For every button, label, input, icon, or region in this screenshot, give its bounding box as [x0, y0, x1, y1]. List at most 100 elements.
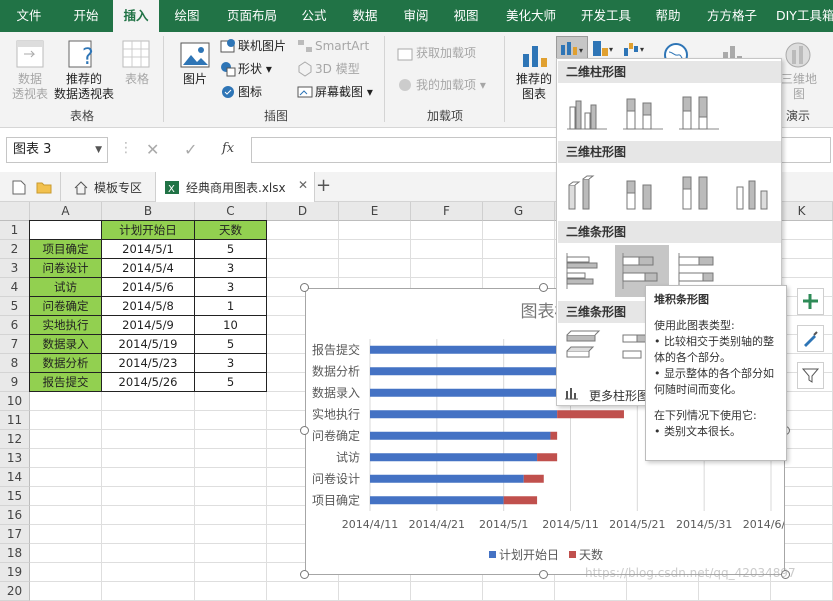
cell[interactable]: [102, 449, 195, 468]
close-icon[interactable]: ✕: [298, 178, 308, 192]
table-cell[interactable]: 实地执行: [29, 315, 102, 335]
resize-handle[interactable]: [539, 283, 548, 292]
table-cell[interactable]: 2014/5/19: [101, 334, 195, 354]
row-header[interactable]: 19: [0, 563, 30, 582]
row-header[interactable]: 17: [0, 525, 30, 544]
row-header[interactable]: 10: [0, 392, 30, 411]
table-cell[interactable]: 3: [194, 353, 267, 373]
cell[interactable]: [30, 411, 102, 430]
row-header[interactable]: 7: [0, 335, 30, 354]
row-header[interactable]: 2: [0, 240, 30, 259]
table-cell[interactable]: 问卷设计: [29, 258, 102, 278]
cell[interactable]: [771, 582, 833, 601]
column-header[interactable]: C: [195, 202, 267, 221]
cell[interactable]: [195, 544, 267, 563]
select-all-corner[interactable]: [0, 202, 30, 221]
cell[interactable]: [102, 468, 195, 487]
row-header[interactable]: 5: [0, 297, 30, 316]
insert-function-button[interactable]: fx: [222, 141, 234, 156]
table-cell[interactable]: 5: [194, 372, 267, 392]
table-cell[interactable]: 数据分析: [29, 353, 102, 373]
resize-handle[interactable]: [300, 570, 309, 579]
row-header[interactable]: 3: [0, 259, 30, 278]
cell[interactable]: [195, 582, 267, 601]
column-header[interactable]: B: [102, 202, 195, 221]
tab-home[interactable]: 开始: [60, 0, 112, 32]
3d-model-button[interactable]: 3D 模型: [315, 62, 360, 77]
row-header[interactable]: 6: [0, 316, 30, 335]
cell[interactable]: [102, 487, 195, 506]
table-cell[interactable]: 2014/5/4: [101, 258, 195, 278]
add-tab-button[interactable]: +: [316, 175, 331, 196]
column-header[interactable]: D: [267, 202, 339, 221]
cell[interactable]: [555, 582, 627, 601]
tab-draw[interactable]: 绘图: [163, 0, 211, 32]
table-cell[interactable]: 数据录入: [29, 334, 102, 354]
row-header[interactable]: 18: [0, 544, 30, 563]
resize-handle[interactable]: [539, 570, 548, 579]
table-cell[interactable]: 2014/5/6: [101, 277, 195, 297]
cell[interactable]: [30, 525, 102, 544]
name-box[interactable]: 图表 3 ▼: [6, 137, 108, 163]
bar-days[interactable]: [523, 474, 544, 483]
table-cell[interactable]: 2014/5/1: [101, 239, 195, 259]
table-header-cell[interactable]: [29, 220, 102, 240]
bar-start-date[interactable]: [370, 410, 558, 419]
table-cell[interactable]: 2014/5/8: [101, 296, 195, 316]
tab-diy-toolbox[interactable]: DIY工具箱: [776, 0, 833, 32]
tab-file[interactable]: 文件: [6, 0, 52, 32]
screenshot-button[interactable]: 屏幕截图 ▾: [315, 85, 373, 100]
bar-days[interactable]: [557, 410, 624, 419]
cell[interactable]: [102, 392, 195, 411]
cell[interactable]: [30, 506, 102, 525]
row-header[interactable]: 1: [0, 221, 30, 240]
3d-stacked-column-option[interactable]: [617, 167, 667, 215]
column-header[interactable]: A: [30, 202, 102, 221]
waterfall-chart-icon[interactable]: ▾: [622, 38, 648, 60]
cell[interactable]: [267, 240, 339, 259]
cell[interactable]: [483, 221, 555, 240]
cell[interactable]: [483, 582, 555, 601]
online-picture-button[interactable]: 联机图片: [238, 39, 286, 54]
my-addins-button[interactable]: 我的加载项 ▾: [416, 78, 486, 93]
3d-map-button[interactable]: 三维地 图: [780, 72, 818, 102]
cell[interactable]: [195, 468, 267, 487]
tab-formulas[interactable]: 公式: [292, 0, 336, 32]
cell[interactable]: [411, 259, 483, 278]
new-file-icon[interactable]: [12, 180, 26, 195]
table-cell[interactable]: 1: [194, 296, 267, 316]
tab-fangfang[interactable]: 方方格子: [700, 0, 764, 32]
cell[interactable]: [267, 259, 339, 278]
template-tab[interactable]: 模板专区: [94, 179, 142, 196]
workbook-tab-active[interactable]: X 经典商用图表.xlsx ✕: [155, 172, 315, 202]
cell[interactable]: [195, 525, 267, 544]
table-cell[interactable]: 5: [194, 239, 267, 259]
cell[interactable]: [30, 487, 102, 506]
row-header[interactable]: 12: [0, 430, 30, 449]
cell[interactable]: [30, 582, 102, 601]
recommended-charts-button[interactable]: 推荐的 图表: [512, 72, 556, 102]
row-header[interactable]: 4: [0, 278, 30, 297]
column-header[interactable]: F: [411, 202, 483, 221]
cell[interactable]: [339, 221, 411, 240]
cell[interactable]: [339, 240, 411, 259]
cell[interactable]: [195, 411, 267, 430]
enter-icon[interactable]: ✓: [184, 140, 197, 159]
cell[interactable]: [195, 563, 267, 582]
cell[interactable]: [411, 221, 483, 240]
cell[interactable]: [102, 411, 195, 430]
3d-clustered-bar-option[interactable]: [561, 325, 611, 373]
table-cell[interactable]: 2014/5/9: [101, 315, 195, 335]
get-addins-button[interactable]: 获取加载项: [416, 46, 476, 61]
cell[interactable]: [339, 259, 411, 278]
row-header[interactable]: 8: [0, 354, 30, 373]
row-header[interactable]: 9: [0, 373, 30, 392]
cell[interactable]: [102, 525, 195, 544]
cell[interactable]: [30, 392, 102, 411]
cell[interactable]: [195, 449, 267, 468]
tab-developer[interactable]: 开发工具: [574, 0, 638, 32]
cell[interactable]: [30, 468, 102, 487]
cell[interactable]: [195, 506, 267, 525]
cell[interactable]: [30, 563, 102, 582]
resize-handle[interactable]: [300, 283, 309, 292]
